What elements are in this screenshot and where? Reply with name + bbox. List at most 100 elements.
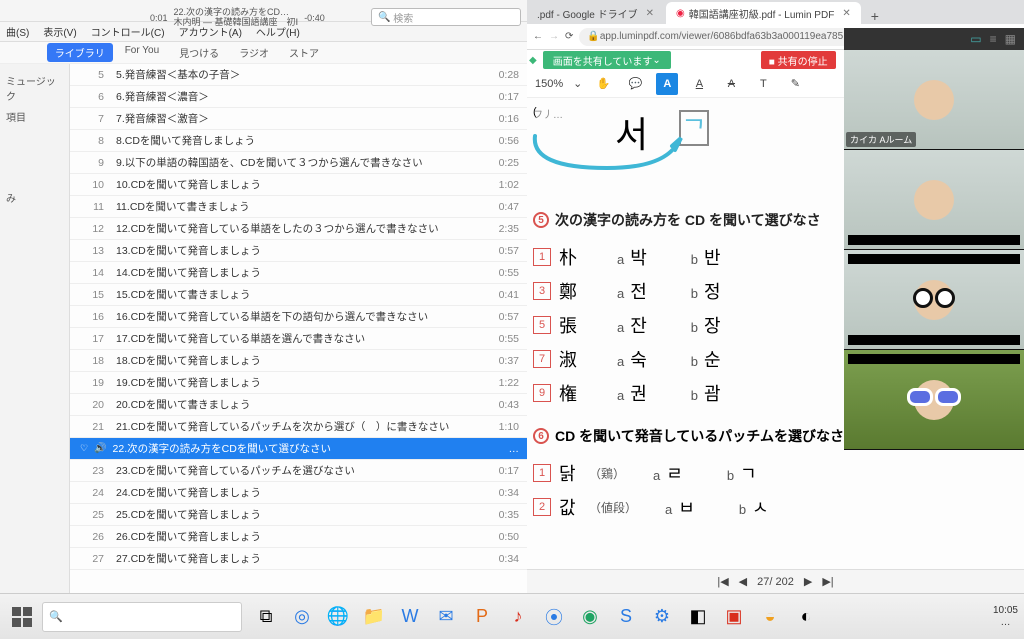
track-number: 24 (80, 487, 104, 499)
close-icon[interactable]: ✕ (842, 8, 850, 19)
strike-tool[interactable]: A (720, 73, 742, 95)
track-row[interactable]: 2626.CDを聞いて発音しましょう0:50 (70, 526, 527, 548)
track-row[interactable]: 2525.CDを聞いて発音しましょう0:35 (70, 504, 527, 526)
track-row[interactable]: 1111.CDを聞いて書きましょう0:47 (70, 196, 527, 218)
sidebar-item[interactable]: み (4, 187, 65, 208)
settings-icon[interactable]: ⚙ (645, 600, 679, 634)
taskbar-search[interactable]: 🔍 (42, 602, 242, 632)
powerpoint-icon[interactable]: P (465, 600, 499, 634)
new-tab-button[interactable]: + (863, 8, 887, 24)
itunes-icon[interactable]: ♪ (501, 600, 535, 634)
hand-tool-icon[interactable]: ✋ (592, 73, 614, 95)
track-row[interactable]: 1212.CDを聞いて発音している単語をしたの３つから選んで書きなさい2:35 (70, 218, 527, 240)
app-icon[interactable]: ▣ (717, 600, 751, 634)
video-tile[interactable] (844, 350, 1024, 450)
stop-share-button[interactable]: ■ 共有の停止 (761, 51, 836, 69)
track-row[interactable]: 1010.CDを聞いて発音しましょう1:02 (70, 174, 527, 196)
gallery-grid-icon[interactable]: ▦ (1005, 32, 1016, 46)
track-row[interactable]: 55.発音練習＜基本の子音＞0:28 (70, 64, 527, 86)
close-icon[interactable]: ✕ (646, 8, 654, 19)
track-row[interactable]: 2121.CDを聞いて発音しているパッチムを次から選び（ ）に書きなさい1:10 (70, 416, 527, 438)
back-button[interactable]: ← (533, 31, 543, 42)
chrome-icon[interactable]: 🌐 (321, 600, 355, 634)
track-number: 27 (80, 553, 104, 565)
edge-icon[interactable]: ◎ (285, 600, 319, 634)
menu-view[interactable]: 表示(V) (43, 24, 76, 39)
speaker-view-icon[interactable]: ▭ (970, 32, 981, 46)
skype-icon[interactable]: S (609, 600, 643, 634)
system-clock[interactable]: 10:05 … (993, 605, 1024, 629)
app-icon[interactable]: ◧ (681, 600, 715, 634)
zoom-level[interactable]: 150% (535, 78, 563, 90)
start-button[interactable] (4, 599, 40, 635)
track-row[interactable]: ♡🔊22.次の漢字の読み方をCDを聞いて選びなさい… (70, 438, 527, 460)
option-a: aㄹ (653, 460, 683, 486)
track-row[interactable]: 77.発音練習＜激音＞0:16 (70, 108, 527, 130)
track-row[interactable]: 1414.CDを聞いて発音しましょう0:55 (70, 262, 527, 284)
browser-tab[interactable]: .pdf - Google ドライブ✕ (527, 2, 664, 24)
track-row[interactable]: 1919.CDを聞いて発音しましょう1:22 (70, 372, 527, 394)
line-icon[interactable]: ◉ (573, 600, 607, 634)
insert-text-tool[interactable]: T (752, 73, 774, 95)
tab-library[interactable]: ライブラリ (47, 43, 113, 62)
text-tool-button[interactable]: A (656, 73, 678, 95)
page-indicator[interactable]: 27/ 202 (757, 576, 794, 588)
track-row[interactable]: 2727.CDを聞いて発音しましょう0:34 (70, 548, 527, 570)
music-toolbar: ライブラリ For You 見つける ラジオ ストア (0, 42, 527, 64)
tab-browse[interactable]: 見つける (171, 43, 227, 62)
track-title: 14.CDを聞いて発音しましょう (116, 265, 485, 280)
track-title: 5.発音練習＜基本の子音＞ (116, 67, 485, 82)
prev-page-button[interactable]: ◀ (739, 575, 747, 588)
track-row[interactable]: 66.発音練習＜濃音＞0:17 (70, 86, 527, 108)
chevron-down-icon[interactable]: ⌄ (573, 77, 582, 90)
mail-icon[interactable]: ✉ (429, 600, 463, 634)
track-row[interactable]: 1313.CDを聞いて発音しましょう0:57 (70, 240, 527, 262)
browser-tabbar: .pdf - Google ドライブ✕ ◉韓国語講座初級.pdf - Lumin… (527, 0, 1024, 24)
gallery-strip-icon[interactable]: ≡ (990, 32, 997, 46)
tab-radio[interactable]: ラジオ (231, 43, 277, 62)
track-title: 12.CDを聞いて発音している単語をしたの３つから選んで書きなさい (116, 221, 485, 236)
video-tile[interactable] (844, 150, 1024, 250)
track-number: 26 (80, 531, 104, 543)
word-icon[interactable]: W (393, 600, 427, 634)
gloss: （値段） (589, 499, 637, 516)
track-title: 8.CDを聞いて発音しましょう (116, 133, 485, 148)
track-row[interactable]: 88.CDを聞いて発音しましょう0:56 (70, 130, 527, 152)
explorer-icon[interactable]: 📁 (357, 600, 391, 634)
track-number: 18 (80, 355, 104, 367)
sidebar-item[interactable]: 項目 (4, 106, 65, 127)
underline-tool[interactable]: A (688, 73, 710, 95)
track-duration: 0:17 (485, 465, 527, 477)
browser-tab-active[interactable]: ◉韓国語講座初級.pdf - Lumin PDF✕ (666, 2, 861, 24)
first-page-button[interactable]: |◀ (717, 575, 728, 588)
kakaotalk-icon[interactable]: ◒ (753, 600, 787, 634)
last-page-button[interactable]: ▶| (822, 575, 833, 588)
tab-store[interactable]: ストア (281, 43, 327, 62)
activity-icon[interactable]: ◐ (789, 600, 823, 634)
next-page-button[interactable]: ▶ (804, 575, 812, 588)
track-row[interactable]: 99.以下の単語の韓国語を、CDを聞いて３つから選んで書きなさい0:25 (70, 152, 527, 174)
comment-icon[interactable]: 💬 (624, 73, 646, 95)
sharing-indicator[interactable]: 画面を共有しています ⌄ (543, 51, 671, 69)
track-row[interactable]: 1818.CDを聞いて発音しましょう0:37 (70, 350, 527, 372)
track-row[interactable]: 1717.CDを聞いて発音している単語を選んで書きなさい0:55 (70, 328, 527, 350)
track-row[interactable]: 2020.CDを聞いて書きましょう0:43 (70, 394, 527, 416)
pen-tool[interactable]: ✎ (784, 73, 806, 95)
track-row[interactable]: 1616.CDを聞いて発音している単語を下の語句から選んで書きなさい0:57 (70, 306, 527, 328)
sidebar-item[interactable]: ミュージック (4, 70, 65, 106)
zoom-video-panel[interactable]: ▭ ≡ ▦ カイカ Aルーム (844, 28, 1024, 450)
tab-foryou[interactable]: For You (117, 43, 167, 62)
track-list[interactable]: 55.発音練習＜基本の子音＞0:2866.発音練習＜濃音＞0:1777.発音練習… (70, 64, 527, 593)
forward-button[interactable]: → (549, 31, 559, 42)
track-row[interactable]: 2323.CDを聞いて発音しているパッチムを選びなさい0:17 (70, 460, 527, 482)
menu-songs[interactable]: 曲(S) (6, 24, 29, 39)
track-row[interactable]: 2424.CDを聞いて発音しましょう0:34 (70, 482, 527, 504)
zoom-icon[interactable]: ⦿ (537, 600, 571, 634)
reload-button[interactable]: ⟳ (565, 31, 573, 42)
task-view-button[interactable]: ⧉ (249, 600, 283, 634)
video-tile[interactable]: カイカ Aルーム (844, 50, 1024, 150)
now-playing[interactable]: 0:01 22.次の漢字の読み方をCD… 木内明 — 基礎韓国語講座 初Ⅰ -0… (150, 0, 350, 36)
video-tile[interactable] (844, 250, 1024, 350)
search-input[interactable]: 🔍 検索 (371, 8, 521, 26)
track-row[interactable]: 1515.CDを聞いて書きましょう0:41 (70, 284, 527, 306)
